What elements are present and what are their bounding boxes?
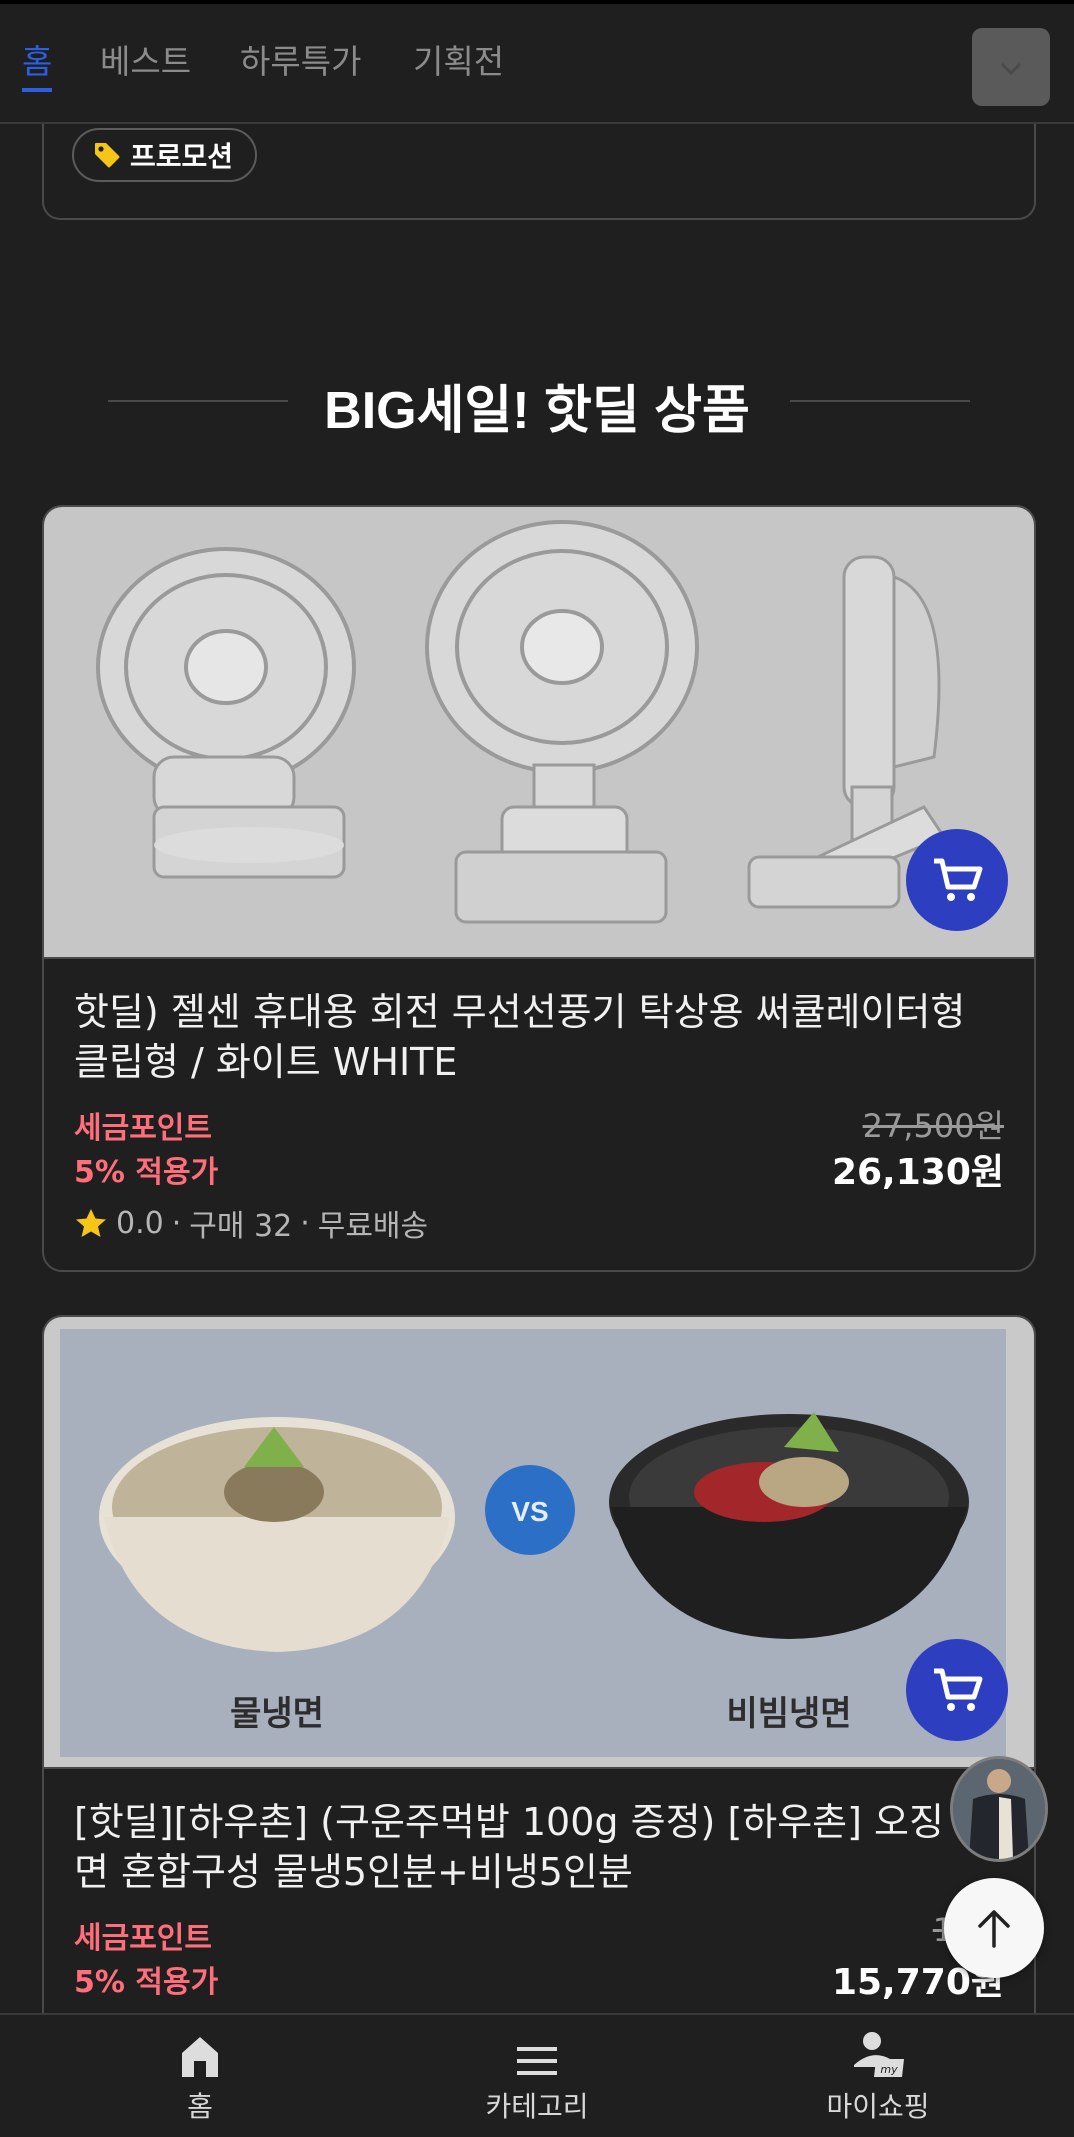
separator-dot: · (300, 1205, 310, 1241)
promotion-tag-label: 프로모션 (130, 140, 234, 173)
bottom-nav-label: 홈 (187, 2090, 213, 2123)
point-discount-label: 5% 적용가 (74, 1155, 219, 1190)
fan-product-illustration (96, 520, 947, 924)
product-info: [핫딜][하우촌] (구운주먹밥 100g 증정) [하우촌] 오징 냉면 혼합… (44, 1769, 1034, 1897)
tab-home[interactable]: 홈 (22, 42, 53, 92)
product-name[interactable]: [핫딜][하우촌] (구운주먹밥 100g 증정) [하우촌] 오징 냉면 혼합… (74, 1797, 1004, 1897)
tab-exhibition[interactable]: 기획전 (413, 42, 504, 82)
product-card[interactable]: VS 물냉면 비빔냉면 [핫딜][하우촌] (구운주먹밥 100g 증정) [하… (42, 1315, 1036, 2115)
arrow-up-icon (978, 1910, 1010, 1948)
bottom-nav-home[interactable]: 홈 (100, 2029, 300, 2125)
product-info: 핫딜) 젤센 휴대용 회전 무선선풍기 탁상용 써큘레이터형 클립형 / 화이트… (44, 959, 1034, 1087)
bottom-nav-category[interactable]: 카테고리 (437, 2029, 637, 2125)
rating-value: 0.0 (116, 1205, 164, 1241)
divider (790, 400, 970, 402)
menu-icon (517, 2047, 557, 2075)
image-label-bibim-naengmyeon: 비빔냉면 (726, 1694, 851, 1734)
product-card[interactable]: 핫딜) 젤센 휴대용 회전 무선선풍기 탁상용 써큘레이터형 클립형 / 화이트… (42, 505, 1036, 1272)
bottom-navigation: 홈 카테고리 my 마이쇼핑 (0, 2013, 1074, 2137)
separator-dot: · (171, 1205, 182, 1241)
cart-icon (934, 1668, 983, 1711)
bottom-nav-label: 마이쇼핑 (826, 2090, 930, 2123)
point-discount-label: 5% 적용가 (74, 1965, 219, 2000)
svg-text:my: my (880, 2063, 898, 2076)
section-header: BIG세일! 핫딜 상품 (0, 360, 1074, 440)
naengmyeon-product-illustration: VS 물냉면 비빔냉면 (60, 1329, 1006, 1757)
my-shopping-icon: my (854, 2032, 904, 2077)
cart-icon (934, 858, 983, 901)
person-jacket-thumbnail (953, 1759, 1045, 1859)
image-label-mul-naengmyeon: 물냉면 (230, 1694, 324, 1734)
original-price: 27,500원 (862, 1107, 1004, 1145)
vs-label: VS (511, 1496, 548, 1527)
point-label: 세금포인트 (74, 1921, 212, 1956)
sale-price: 26,130원 (831, 1152, 1004, 1193)
product-image[interactable]: VS 물냉면 비빔냉면 (44, 1317, 1034, 1769)
product-name[interactable]: 핫딜) 젤센 휴대용 회전 무선선풍기 탁상용 써큘레이터형 클립형 / 화이트… (74, 987, 1004, 1087)
purchase-count: 구매 32 (189, 1209, 293, 1244)
scroll-to-top-button[interactable] (944, 1878, 1044, 1978)
recent-viewed-thumbnail[interactable] (950, 1756, 1048, 1862)
product-meta: 0.0 · 구매 32 · 무료배송 (74, 1201, 428, 1245)
chevron-down-icon (1000, 62, 1022, 76)
promotion-tag[interactable]: 프로모션 (72, 128, 258, 182)
bottom-nav-label: 카테고리 (485, 2090, 589, 2123)
dropdown-menu-button[interactable] (972, 28, 1050, 106)
home-icon (182, 2037, 218, 2077)
star-icon (76, 1209, 106, 1237)
section-title: BIG세일! 핫딜 상품 (324, 382, 750, 440)
top-navigation: 홈 베스트 하루특가 기획전 (0, 0, 1074, 124)
tab-daily-deal[interactable]: 하루특가 (240, 42, 361, 82)
price-tag-icon (95, 143, 120, 168)
product-image[interactable] (44, 507, 1034, 959)
add-to-cart-button[interactable] (906, 829, 1008, 931)
bottom-nav-my-shopping[interactable]: my 마이쇼핑 (778, 2029, 978, 2125)
add-to-cart-button[interactable] (906, 1639, 1008, 1741)
point-label: 세금포인트 (74, 1111, 212, 1146)
shipping-info: 무료배송 (317, 1209, 429, 1244)
tab-best[interactable]: 베스트 (100, 42, 191, 82)
